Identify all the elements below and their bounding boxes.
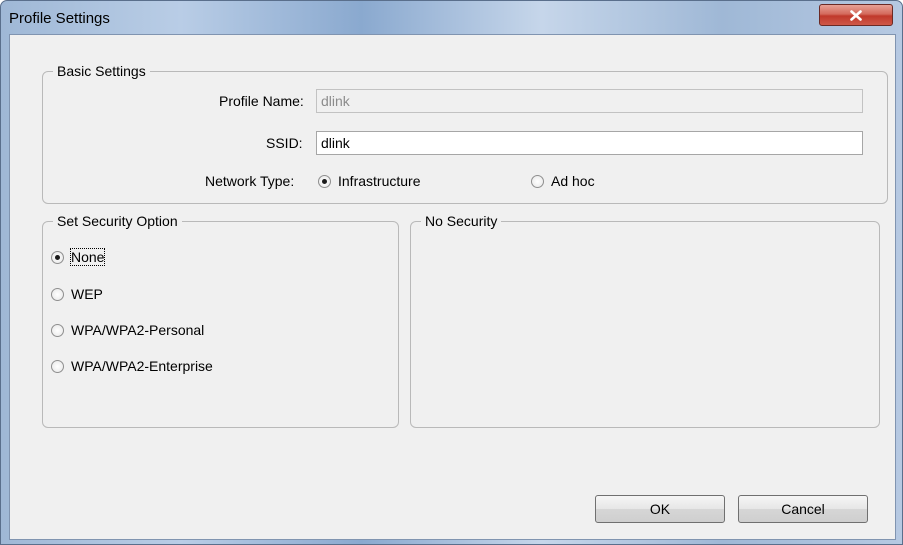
profile-name-field: [316, 89, 863, 113]
ok-button[interactable]: OK: [595, 495, 725, 523]
ad-hoc-radio[interactable]: [531, 175, 544, 188]
close-button[interactable]: [819, 4, 893, 26]
no-security-group: No Security: [410, 213, 880, 428]
title-bar[interactable]: Profile Settings: [1, 1, 902, 34]
profile-name-label: Profile Name:: [219, 93, 304, 109]
security-option-legend: Set Security Option: [53, 213, 182, 229]
infrastructure-radio[interactable]: [318, 175, 331, 188]
security-none-radio[interactable]: [51, 251, 64, 264]
ad-hoc-label[interactable]: Ad hoc: [551, 173, 595, 189]
security-wpa-enterprise-label[interactable]: WPA/WPA2-Enterprise: [71, 358, 213, 374]
basic-settings-legend: Basic Settings: [53, 63, 150, 79]
security-wpa-personal-label[interactable]: WPA/WPA2-Personal: [71, 322, 204, 338]
cancel-button[interactable]: Cancel: [738, 495, 868, 523]
window-title: Profile Settings: [9, 10, 110, 27]
ssid-field[interactable]: [316, 131, 863, 155]
network-type-label: Network Type:: [205, 173, 295, 189]
profile-settings-window: Profile Settings Basic Settings Profile …: [0, 0, 903, 545]
security-wpa-enterprise-radio[interactable]: [51, 360, 64, 373]
close-icon: [850, 9, 862, 21]
security-option-group: Set Security Option None WEP WPA/WPA2-Pe…: [42, 213, 399, 428]
ssid-label: SSID:: [266, 135, 303, 151]
basic-settings-group: Basic Settings Profile Name: SSID: Netwo…: [42, 63, 888, 204]
security-wep-label[interactable]: WEP: [71, 286, 103, 302]
infrastructure-label[interactable]: Infrastructure: [338, 173, 420, 189]
dialog-client-area: Basic Settings Profile Name: SSID: Netwo…: [9, 34, 896, 540]
security-none-label[interactable]: None: [69, 248, 106, 266]
security-wep-radio[interactable]: [51, 288, 64, 301]
security-wpa-personal-radio[interactable]: [51, 324, 64, 337]
no-security-legend: No Security: [421, 213, 502, 229]
